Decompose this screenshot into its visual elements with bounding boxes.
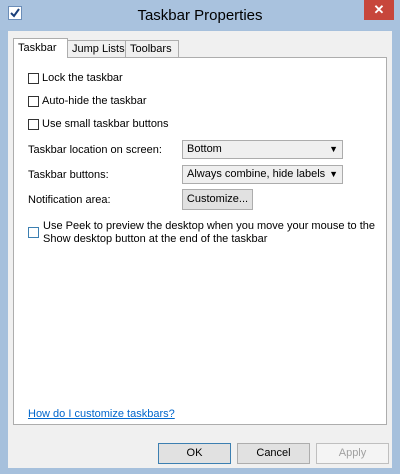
cancel-button[interactable]: Cancel	[237, 443, 310, 464]
small-buttons-checkbox[interactable]	[28, 119, 39, 130]
taskbar-buttons-value: Always combine, hide labels	[187, 168, 326, 180]
taskbar-location-value: Bottom	[187, 143, 222, 155]
taskbar-buttons-label: Taskbar buttons:	[28, 169, 109, 181]
small-buttons-option[interactable]: Use small taskbar buttons	[28, 118, 169, 132]
peek-label: Use Peek to preview the desktop when you…	[43, 220, 376, 245]
autohide-taskbar-label: Auto-hide the taskbar	[42, 95, 147, 107]
lock-taskbar-label: Lock the taskbar	[42, 72, 123, 84]
title-bar[interactable]: Taskbar Properties ✕	[0, 0, 400, 30]
autohide-taskbar-checkbox[interactable]	[28, 96, 39, 107]
chevron-down-icon: ▼	[329, 169, 338, 179]
close-button[interactable]: ✕	[364, 0, 394, 20]
taskbar-location-select[interactable]: Bottom ▼	[182, 140, 343, 159]
small-buttons-label: Use small taskbar buttons	[42, 118, 169, 130]
help-customize-link[interactable]: How do I customize taskbars?	[28, 408, 175, 420]
notification-area-label: Notification area:	[28, 194, 111, 206]
peek-checkbox[interactable]	[28, 227, 39, 238]
window-title: Taskbar Properties	[137, 7, 263, 24]
lock-taskbar-checkbox[interactable]	[28, 73, 39, 84]
tab-jump-lists[interactable]: Jump Lists	[67, 40, 126, 57]
location-label: Taskbar location on screen:	[28, 144, 162, 156]
dialog-client-area: Taskbar Jump Lists Toolbars Lock the tas…	[8, 31, 392, 468]
lock-taskbar-option[interactable]: Lock the taskbar	[28, 72, 123, 86]
taskbar-properties-window: Taskbar Properties ✕ Taskbar Jump Lists …	[0, 0, 400, 474]
apply-button[interactable]: Apply	[316, 443, 389, 464]
taskbar-tab-panel: Lock the taskbar Auto-hide the taskbar U…	[13, 57, 387, 425]
tab-toolbars[interactable]: Toolbars	[125, 40, 179, 57]
ok-button[interactable]: OK	[158, 443, 231, 464]
chevron-down-icon: ▼	[329, 144, 338, 154]
taskbar-buttons-select[interactable]: Always combine, hide labels ▼	[182, 165, 343, 184]
autohide-taskbar-option[interactable]: Auto-hide the taskbar	[28, 95, 147, 109]
tab-taskbar[interactable]: Taskbar	[13, 38, 68, 58]
customize-button[interactable]: Customize...	[182, 189, 253, 210]
